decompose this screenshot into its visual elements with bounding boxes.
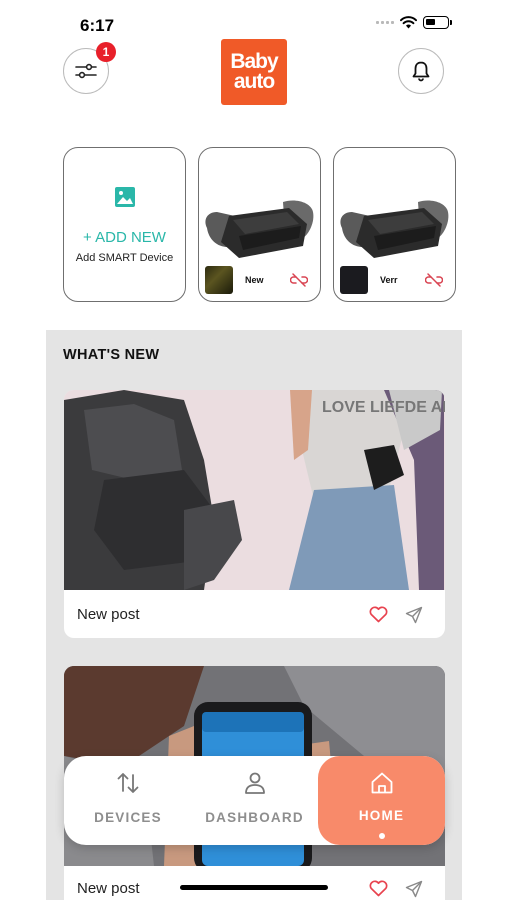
send-icon[interactable] [405,880,423,898]
booster-seat-image [340,200,449,258]
heart-icon[interactable] [369,606,388,623]
notifications-button[interactable] [398,48,444,94]
battery-icon [423,16,452,29]
device-thumbnail [340,266,368,294]
device-card[interactable]: New [198,147,321,302]
user-icon [244,772,265,794]
car-seat-family-photo: LOVE LIEFDE AMOR [64,390,445,590]
filter-button[interactable]: 1 [63,42,116,94]
logo-line1: Baby [230,50,278,73]
add-smart-device-label: Add SMART Device [75,252,174,264]
device-info-bar: New [205,266,314,294]
active-indicator-dot [378,833,385,839]
status-bar: 6:17 [0,0,507,44]
add-device-card[interactable]: + ADD NEW Add SMART Device [63,147,186,302]
notification-badge: 1 [96,42,116,62]
device-card[interactable]: Verr [333,147,456,302]
heart-icon[interactable] [369,880,388,897]
logo-line2: auto [233,70,275,93]
nav-devices[interactable]: DEVICES [64,756,192,845]
device-info-bar: Verr [340,266,449,294]
home-icon [371,772,392,794]
link-off-icon[interactable] [425,273,443,287]
status-time: 6:17 [80,16,115,35]
booster-seat-image [205,200,314,258]
home-indicator[interactable] [180,885,328,890]
add-image-icon [115,187,135,207]
nav-home[interactable]: HOME [318,756,445,845]
nav-home-label: HOME [358,808,405,823]
add-new-label: + ADD NEW [83,229,166,246]
nav-dashboard-label: DASHBOARD [205,810,304,825]
bottom-navigation: DEVICES DASHBOARD HOME [64,756,445,845]
device-name: New [245,275,264,285]
post-caption: New post [77,880,140,897]
wifi-icon [400,16,417,29]
babyauto-logo: Baby auto [221,39,287,105]
cellular-signal-icon [376,21,394,24]
whats-new-heading: WHAT'S NEW [63,347,160,363]
device-name: Verr [380,275,398,285]
device-thumbnail [205,266,233,294]
post-image: LOVE LIEFDE AMOR [64,390,445,590]
arrows-up-down-icon [117,773,139,793]
status-icons [376,16,452,29]
send-icon[interactable] [405,606,423,624]
shirt-text: LOVE LIEFDE AMOR [322,399,445,416]
bell-icon [412,61,430,82]
filter-sliders-icon [75,63,97,79]
nav-devices-label: DEVICES [94,810,162,825]
nav-dashboard[interactable]: DASHBOARD [192,756,317,845]
post-caption: New post [77,606,140,623]
news-post[interactable]: LOVE LIEFDE AMOR New post [64,390,445,638]
link-off-icon[interactable] [290,273,308,287]
